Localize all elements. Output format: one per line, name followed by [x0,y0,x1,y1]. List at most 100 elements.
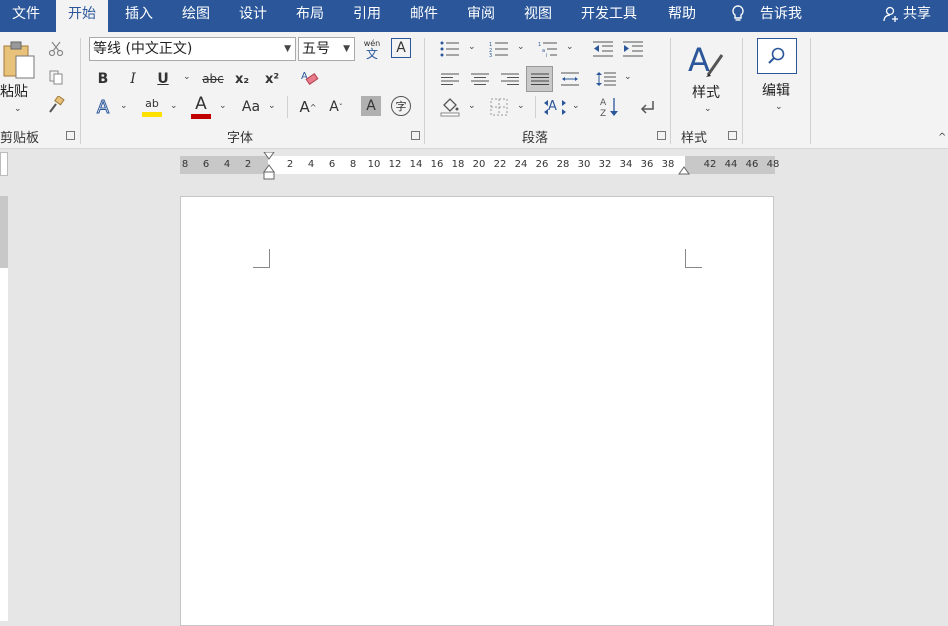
strikethrough-button[interactable]: abc [199,68,227,90]
ruler-tick: 30 [577,159,591,170]
grow-font-button[interactable]: A ^ [296,95,320,119]
indent-markers-icon[interactable] [263,152,275,184]
chinese-layout-icon: A [544,99,566,115]
highlight-dropdown-icon[interactable]: ⌄ [170,101,178,111]
ruler-tick: 6 [328,159,336,170]
tell-me-button[interactable]: 告诉我 [730,0,802,28]
clipboard-launcher-icon[interactable] [66,131,75,140]
font-color-letter: A [195,93,207,114]
paste-dropdown-icon[interactable]: ⌄ [14,104,22,114]
italic-button[interactable]: I [122,68,144,90]
justify-button[interactable] [526,66,553,92]
styles-group-label: 样式 [681,131,708,146]
vertical-ruler[interactable] [0,196,8,621]
tab-developer[interactable]: 开发工具 [569,0,649,28]
shrink-font-button[interactable]: Aˇ [324,95,348,119]
chinese-layout-dropdown-icon[interactable]: ⌄ [572,101,580,111]
bullets-dropdown-icon[interactable]: ⌄ [468,42,476,52]
paragraph-shading-button[interactable] [438,95,462,119]
text-effects-button[interactable]: A [92,95,114,119]
styles-button[interactable]: A [684,38,728,84]
shading-dropdown-icon[interactable]: ⌄ [468,101,476,111]
font-name-combo[interactable]: 等线 (中文正文) ▼ [89,37,296,61]
character-border-button[interactable]: A [391,38,411,58]
highlight-color-bar [142,111,162,117]
show-hide-marks-button[interactable] [636,95,660,119]
svg-text:i: i [546,53,547,57]
share-button[interactable]: 共享 [882,0,931,28]
ruler-tick: 42 [703,159,717,170]
format-painter-button[interactable] [45,94,67,116]
align-center-button[interactable] [468,68,492,90]
multilevel-list-button[interactable]: 1ai [536,38,560,60]
clear-formatting-button[interactable]: A [298,66,322,90]
line-spacing-dropdown-icon[interactable]: ⌄ [624,72,632,82]
enclose-characters-button[interactable]: 字 [391,96,411,116]
subscript-button[interactable]: x₂ [231,68,253,90]
paragraph-launcher-icon[interactable] [657,131,666,140]
editing-button[interactable] [757,38,797,74]
multilevel-dropdown-icon[interactable]: ⌄ [566,42,574,52]
character-shading-button[interactable]: A [361,96,381,116]
paint-bucket-icon [440,98,460,117]
paste-button[interactable] [0,40,40,80]
bullets-button[interactable] [438,38,462,60]
right-indent-marker-icon[interactable] [678,164,690,176]
tab-draw[interactable]: 绘图 [170,0,222,28]
group-separator [424,38,425,144]
tab-view[interactable]: 视图 [512,0,564,28]
collapse-ribbon-icon[interactable]: ^ [938,132,946,143]
group-separator [810,38,811,144]
phonetic-guide-button[interactable]: wén 文 [361,37,383,61]
styles-dropdown-icon[interactable]: ⌄ [704,104,712,114]
decrease-indent-button[interactable] [591,38,615,60]
text-effects-dropdown-icon[interactable]: ⌄ [120,101,128,111]
tab-file[interactable]: 文件 [0,0,52,28]
tab-references[interactable]: 引用 [341,0,393,28]
cut-button[interactable] [45,38,67,60]
font-color-dropdown-icon[interactable]: ⌄ [219,101,227,111]
font-name-dropdown-icon[interactable]: ▼ [284,38,291,60]
font-size-combo[interactable]: 五号 ▼ [298,37,355,61]
styles-launcher-icon[interactable] [728,131,737,140]
align-right-button[interactable] [498,68,522,90]
numbering-dropdown-icon[interactable]: ⌄ [517,42,525,52]
underline-dropdown-icon[interactable]: ⌄ [183,72,191,82]
increase-indent-button[interactable] [621,38,645,60]
align-left-button[interactable] [438,68,462,90]
distributed-button[interactable] [558,68,582,90]
change-case-dropdown-icon[interactable]: ⌄ [268,101,276,111]
borders-button[interactable] [487,95,511,119]
tab-insert[interactable]: 插入 [113,0,165,28]
font-launcher-icon[interactable] [411,131,420,140]
chinese-layout-button[interactable]: A [543,95,567,119]
font-color-bar [191,113,211,119]
bold-button[interactable]: B [92,68,114,90]
change-case-button[interactable]: Aa [238,95,264,119]
ruler-tick: 32 [598,159,612,170]
tab-layout[interactable]: 布局 [284,0,336,28]
numbered-list-icon: 123 [489,42,508,57]
borders-dropdown-icon[interactable]: ⌄ [517,101,525,111]
tab-home[interactable]: 开始 [56,0,108,32]
copy-button[interactable] [45,66,67,88]
highlight-button[interactable]: ab [140,95,164,119]
editing-dropdown-icon[interactable]: ⌄ [775,102,783,112]
superscript-button[interactable]: x² [261,68,283,90]
tab-mailings[interactable]: 邮件 [398,0,450,28]
indent-icon [623,41,643,57]
horizontal-ruler[interactable]: 8 6 4 2 2 4 6 8 10 12 14 16 18 20 22 24 26 28 30 32 34 36 38 42… [180,152,779,180]
font-size-dropdown-icon[interactable]: ▼ [343,38,350,60]
ruler-tick: 2 [244,159,252,170]
sort-button[interactable]: AZ [598,95,622,119]
line-spacing-button[interactable] [594,68,618,90]
tab-design[interactable]: 设计 [227,0,279,28]
svg-text:a: a [542,48,545,54]
document-page[interactable] [180,196,774,626]
tab-help[interactable]: 帮助 [656,0,708,28]
font-color-button[interactable]: A [190,94,212,120]
tab-review[interactable]: 审阅 [455,0,507,28]
paste-clipboard-icon [3,41,35,79]
underline-button[interactable]: U [152,68,174,90]
numbering-button[interactable]: 123 [487,38,511,60]
